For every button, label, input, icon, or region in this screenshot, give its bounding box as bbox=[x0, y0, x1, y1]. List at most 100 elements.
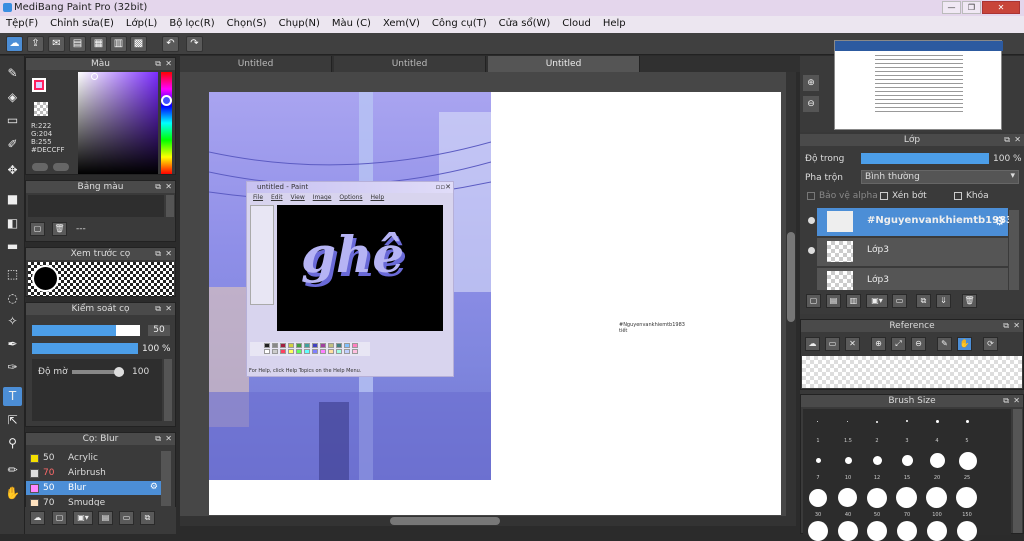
close-icon[interactable]: ✕ bbox=[1014, 134, 1021, 146]
page-icon[interactable]: ▦ bbox=[90, 36, 107, 52]
delete-palette-icon[interactable]: 🗑 bbox=[52, 222, 67, 236]
brush-size-dot[interactable] bbox=[959, 452, 977, 470]
brush-size-dot[interactable] bbox=[867, 521, 887, 541]
close-icon[interactable]: ✕ bbox=[165, 58, 172, 70]
menu-snap[interactable]: Chụp(N) bbox=[273, 16, 326, 33]
gradient-tool-icon[interactable]: ▬ bbox=[3, 237, 22, 256]
visibility-icon[interactable] bbox=[808, 217, 815, 224]
brush-size-dot[interactable] bbox=[926, 487, 947, 508]
menu-tools[interactable]: Công cụ(T) bbox=[426, 16, 493, 33]
duplicate-brush-icon[interactable]: ⧉ bbox=[140, 511, 155, 525]
eyedropper-small-button[interactable] bbox=[32, 163, 48, 171]
tab-untitled-2[interactable]: Untitled bbox=[334, 56, 486, 72]
brush-size-dot[interactable] bbox=[896, 487, 917, 508]
density-slider-handle[interactable] bbox=[114, 367, 124, 377]
layer-row-lop3-a[interactable]: Lớp3 bbox=[808, 238, 1008, 266]
brush-item-acrylic[interactable]: 50 Acrylic bbox=[26, 451, 161, 465]
brush-settings-icon[interactable]: ▤ bbox=[98, 511, 113, 525]
brush-size-slider[interactable] bbox=[32, 325, 140, 336]
swap-color-button[interactable] bbox=[53, 163, 69, 171]
palette-swatches-area[interactable] bbox=[28, 195, 164, 217]
new-layer-icon[interactable]: ▢ bbox=[806, 294, 821, 308]
brush-size-grid[interactable]: 1 1.5 2 3 4 5 7 10 12 15 20 25 30 40 50 … bbox=[803, 409, 1011, 541]
brush-folder-icon[interactable]: ▭ bbox=[119, 511, 134, 525]
new-brush-icon[interactable]: ▢ bbox=[52, 511, 67, 525]
palette-scrollbar[interactable] bbox=[166, 195, 174, 217]
brush-size-dot[interactable] bbox=[817, 421, 818, 422]
menu-file[interactable]: Tệp(F) bbox=[0, 16, 44, 33]
menu-color[interactable]: Màu (C) bbox=[326, 16, 377, 33]
speech-icon[interactable]: ▤ bbox=[69, 36, 86, 52]
float-icon[interactable]: ⧉ bbox=[1003, 320, 1009, 332]
new-halftone-layer-icon[interactable]: ▤ bbox=[826, 294, 841, 308]
tab-untitled-1[interactable]: Untitled bbox=[180, 56, 332, 72]
brush-size-dot[interactable] bbox=[847, 421, 848, 422]
layer-row-text[interactable]: #Nguyenvankhiemtb1983 ⚙ bbox=[808, 208, 1013, 236]
dotbrush-tool-icon[interactable]: ✐ bbox=[3, 135, 22, 154]
brush-size-dot[interactable] bbox=[906, 420, 908, 422]
menu-edit[interactable]: Chỉnh sửa(E) bbox=[44, 16, 120, 33]
brush-size-dot[interactable] bbox=[816, 458, 821, 463]
saturation-value-picker[interactable] bbox=[78, 72, 158, 174]
clip-checkbox[interactable] bbox=[880, 192, 888, 200]
layer-scrollbar[interactable] bbox=[1009, 210, 1019, 290]
tab-untitled-3[interactable]: Untitled bbox=[488, 56, 640, 72]
brush-size-dot[interactable] bbox=[956, 487, 977, 508]
layer-opacity-slider[interactable] bbox=[861, 153, 989, 164]
text-tool-icon[interactable]: T bbox=[3, 387, 22, 406]
transparent-swatch[interactable] bbox=[34, 102, 48, 116]
brush-tool-icon[interactable]: ✎ bbox=[3, 64, 22, 83]
canvas-horizontal-scrollbar[interactable] bbox=[180, 516, 796, 526]
blend-mode-select[interactable]: Bình thường ▾ bbox=[861, 170, 1019, 184]
cloud-reference-icon[interactable]: ☁ bbox=[805, 337, 820, 351]
brush-size-dot[interactable] bbox=[838, 488, 857, 507]
panels-icon[interactable]: ▩ bbox=[130, 36, 147, 52]
maximize-button[interactable]: ❐ bbox=[962, 1, 981, 14]
brush-size-dot[interactable] bbox=[867, 488, 887, 508]
add-brush-icon[interactable]: ▣▾ bbox=[73, 511, 93, 525]
close-reference-icon[interactable]: ✕ bbox=[845, 337, 860, 351]
brush-size-dot[interactable] bbox=[927, 521, 947, 541]
eyedropper-tool-icon[interactable]: ⚲ bbox=[3, 434, 22, 453]
menu-help[interactable]: Help bbox=[597, 16, 632, 33]
duplicate-layer-icon[interactable]: ⧉ bbox=[916, 294, 931, 308]
hand-reference-icon[interactable]: ✋ bbox=[957, 337, 972, 351]
menu-select[interactable]: Chọn(S) bbox=[221, 16, 273, 33]
brush-size-dot[interactable] bbox=[809, 489, 827, 507]
new-8bit-layer-icon[interactable]: ▥ bbox=[846, 294, 861, 308]
float-icon[interactable]: ⧉ bbox=[155, 303, 161, 315]
lasso-tool-icon[interactable]: ◌ bbox=[3, 289, 22, 308]
brush-size-dot[interactable] bbox=[902, 455, 913, 466]
open-reference-icon[interactable]: ▭ bbox=[825, 337, 840, 351]
hue-slider[interactable] bbox=[161, 72, 172, 174]
brush-item-blur[interactable]: 50 Blur ⚙ bbox=[26, 481, 161, 495]
float-icon[interactable]: ⧉ bbox=[155, 181, 161, 193]
brush-size-dot[interactable] bbox=[838, 521, 858, 541]
fit-reference-icon[interactable]: ⤢ bbox=[891, 337, 906, 351]
brush-list-scrollbar[interactable] bbox=[161, 451, 171, 506]
brush-size-dot[interactable] bbox=[957, 521, 977, 541]
close-icon[interactable]: ✕ bbox=[1013, 395, 1020, 407]
operation-tool-icon[interactable]: ⇱ bbox=[3, 411, 22, 430]
vertical-scroll-thumb[interactable] bbox=[787, 232, 795, 322]
brush-size-dot[interactable] bbox=[876, 421, 878, 423]
brush-size-value[interactable]: 50 bbox=[148, 325, 170, 336]
document-canvas[interactable]: untitled - Paint ▫▫✕ File Edit View Image… bbox=[209, 92, 781, 515]
layer-folder-icon[interactable]: ▭ bbox=[892, 294, 907, 308]
undo-icon[interactable]: ↶ bbox=[162, 36, 179, 52]
magic-wand-tool-icon[interactable]: ✧ bbox=[3, 312, 22, 331]
rotate-reference-icon[interactable]: ⟳ bbox=[983, 337, 998, 351]
gear-icon[interactable]: ⚙ bbox=[150, 482, 158, 492]
select-rect-tool-icon[interactable]: ⬚ bbox=[3, 265, 22, 284]
hue-slider-handle[interactable] bbox=[161, 95, 172, 106]
close-icon[interactable]: ✕ bbox=[165, 248, 172, 260]
zoom-in-icon[interactable]: ⊕ bbox=[803, 75, 819, 91]
brush-size-dot[interactable] bbox=[845, 457, 852, 464]
delete-layer-icon[interactable]: 🗑 bbox=[962, 294, 977, 308]
close-icon[interactable]: ✕ bbox=[165, 303, 172, 315]
float-icon[interactable]: ⧉ bbox=[155, 433, 161, 445]
canvas-vertical-scrollbar[interactable] bbox=[786, 72, 796, 518]
pen-tool-icon[interactable]: ✏ bbox=[3, 461, 22, 480]
visibility-icon[interactable] bbox=[808, 247, 815, 254]
minimize-button[interactable]: — bbox=[942, 1, 961, 14]
